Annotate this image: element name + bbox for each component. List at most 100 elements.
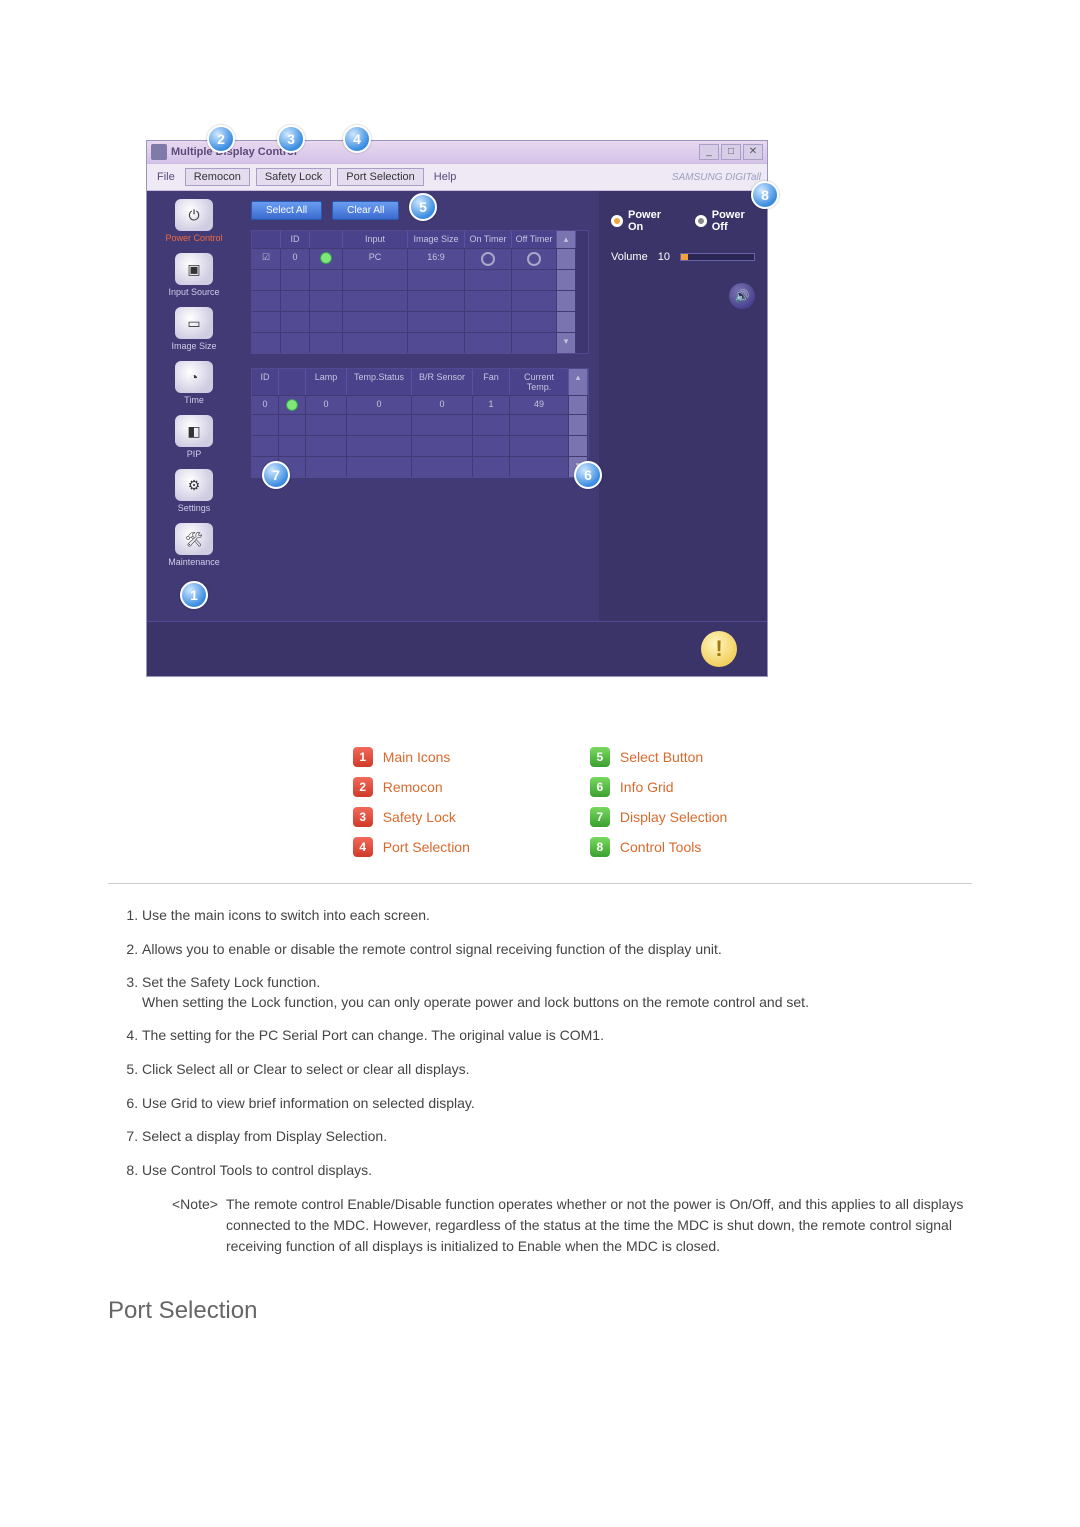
- badge-5: 5: [590, 747, 610, 767]
- app-window: 2 3 4 Multiple Display Control _ □ ✕ Fil…: [146, 140, 768, 677]
- col-image-size: Image Size: [408, 231, 465, 248]
- instruction-2: Allows you to enable or disable the remo…: [142, 940, 972, 960]
- source-icon: ▣: [175, 253, 213, 285]
- power-off-radio[interactable]: Power Off: [695, 209, 755, 233]
- badge-3: 3: [353, 807, 373, 827]
- legend-item: 8 Control Tools: [590, 837, 727, 857]
- legend-text: Control Tools: [620, 839, 701, 855]
- col-status: [310, 231, 343, 248]
- scrollbar-down[interactable]: ▾: [557, 332, 576, 353]
- clear-all-button[interactable]: Clear All: [332, 201, 399, 220]
- sidebar-label: Time: [151, 395, 237, 405]
- callout-1: 1: [180, 581, 208, 609]
- info-grid-bottom[interactable]: 6 7 ID Lamp Temp.Status B/R Sensor Fan C…: [251, 368, 589, 478]
- col-on-timer: On Timer: [465, 231, 512, 248]
- scrollbar2-up[interactable]: ▴: [569, 369, 588, 395]
- sidebar-label: Maintenance: [151, 557, 237, 567]
- badge-1: 1: [353, 747, 373, 767]
- legend-item: 7 Display Selection: [590, 807, 727, 827]
- speaker-icon[interactable]: 🔊: [729, 283, 755, 309]
- menu-file[interactable]: File: [153, 169, 179, 185]
- menu-remocon[interactable]: Remocon: [185, 168, 250, 186]
- legend-text: Info Grid: [620, 779, 674, 795]
- callout-5: 5: [409, 193, 437, 221]
- time-icon: ◔: [175, 361, 213, 393]
- col-check: [252, 231, 281, 248]
- badge-2: 2: [353, 777, 373, 797]
- select-all-button[interactable]: Select All: [251, 201, 322, 220]
- col2-temp-status: Temp.Status: [347, 369, 412, 395]
- instruction-4: The setting for the PC Serial Port can c…: [142, 1026, 972, 1046]
- sidebar-item-pip[interactable]: ◧ PIP: [151, 415, 237, 459]
- close-button[interactable]: ✕: [743, 144, 763, 160]
- col2-current-temp: Current Temp.: [510, 369, 569, 395]
- instruction-1: Use the main icons to switch into each s…: [142, 906, 972, 926]
- note-label: <Note>: [172, 1194, 218, 1257]
- col2-fan: Fan: [473, 369, 510, 395]
- instruction-8: Use Control Tools to control displays. <…: [142, 1161, 972, 1258]
- sidebar-item-power-control[interactable]: ⏻ Power Control: [151, 199, 237, 243]
- callout-4: 4: [343, 125, 371, 153]
- legend-text: Select Button: [620, 749, 703, 765]
- status-dot-icon: [320, 252, 332, 264]
- sidebar-item-image-size[interactable]: ▭ Image Size: [151, 307, 237, 351]
- sidebar: ⏻ Power Control ▣ Input Source ▭ Image S…: [147, 191, 241, 621]
- badge-8: 8: [590, 837, 610, 857]
- control-tools: 8 Power On Power Off Volume 10: [599, 191, 767, 621]
- sidebar-item-time[interactable]: ◔ Time: [151, 361, 237, 405]
- legend-item: 6 Info Grid: [590, 777, 727, 797]
- window-title: Multiple Display Control: [171, 146, 699, 158]
- badge-7: 7: [590, 807, 610, 827]
- maximize-button[interactable]: □: [721, 144, 741, 160]
- image-size-icon: ▭: [175, 307, 213, 339]
- scrollbar-up[interactable]: ▴: [557, 231, 576, 248]
- radio-dot-icon: [695, 215, 707, 227]
- power-on-radio[interactable]: Power On: [611, 209, 671, 233]
- legend-item: 5 Select Button: [590, 747, 727, 767]
- col-id: ID: [281, 231, 310, 248]
- col2-id: ID: [252, 369, 279, 395]
- cell2-ct: 49: [510, 395, 569, 414]
- sidebar-label: Input Source: [151, 287, 237, 297]
- power-icon: ⏻: [175, 199, 213, 231]
- minimize-button[interactable]: _: [699, 144, 719, 160]
- legend-text: Main Icons: [383, 749, 451, 765]
- menu-help[interactable]: Help: [430, 169, 461, 185]
- divider: [108, 883, 972, 884]
- instruction-6: Use Grid to view brief information on se…: [142, 1094, 972, 1114]
- cell-check[interactable]: ☑: [252, 248, 281, 269]
- menu-safety-lock[interactable]: Safety Lock: [256, 168, 331, 186]
- sidebar-label: Image Size: [151, 341, 237, 351]
- cell-ontimer: [465, 248, 512, 269]
- settings-icon: ⚙: [175, 469, 213, 501]
- sidebar-label: Settings: [151, 503, 237, 513]
- ring-icon: [481, 252, 495, 266]
- sidebar-item-maintenance[interactable]: 🛠 Maintenance: [151, 523, 237, 567]
- legend-item: 2 Remocon: [353, 777, 470, 797]
- col2-lamp: Lamp: [306, 369, 347, 395]
- callout-3: 3: [277, 125, 305, 153]
- menu-port-selection[interactable]: Port Selection: [337, 168, 423, 186]
- scrollbar2-track[interactable]: [569, 395, 588, 414]
- scrollbar-track[interactable]: [557, 248, 576, 269]
- callout-2: 2: [207, 125, 235, 153]
- maintenance-icon: 🛠: [175, 523, 213, 555]
- info-grid-top[interactable]: ID Input Image Size On Timer Off Timer ▴…: [251, 230, 589, 354]
- ring-icon: [527, 252, 541, 266]
- sidebar-item-input-source[interactable]: ▣ Input Source: [151, 253, 237, 297]
- legend-item: 4 Port Selection: [353, 837, 470, 857]
- note-body: The remote control Enable/Disable functi…: [226, 1194, 972, 1257]
- sidebar-item-settings[interactable]: ⚙ Settings: [151, 469, 237, 513]
- sidebar-label: PIP: [151, 449, 237, 459]
- warning-icon: !: [701, 631, 737, 667]
- cell-status: [310, 248, 343, 269]
- cell2-status: [279, 395, 306, 414]
- legend: 1 Main Icons 2 Remocon 3 Safety Lock 4 P…: [108, 747, 972, 857]
- radio-dot-icon: [611, 215, 623, 227]
- cell2-temp-status: 0: [347, 395, 412, 414]
- instruction-3: Set the Safety Lock function. When setti…: [142, 973, 972, 1012]
- legend-item: 3 Safety Lock: [353, 807, 470, 827]
- cell2-fan: 1: [473, 395, 510, 414]
- volume-slider[interactable]: [680, 253, 755, 261]
- cell-offtimer: [512, 248, 557, 269]
